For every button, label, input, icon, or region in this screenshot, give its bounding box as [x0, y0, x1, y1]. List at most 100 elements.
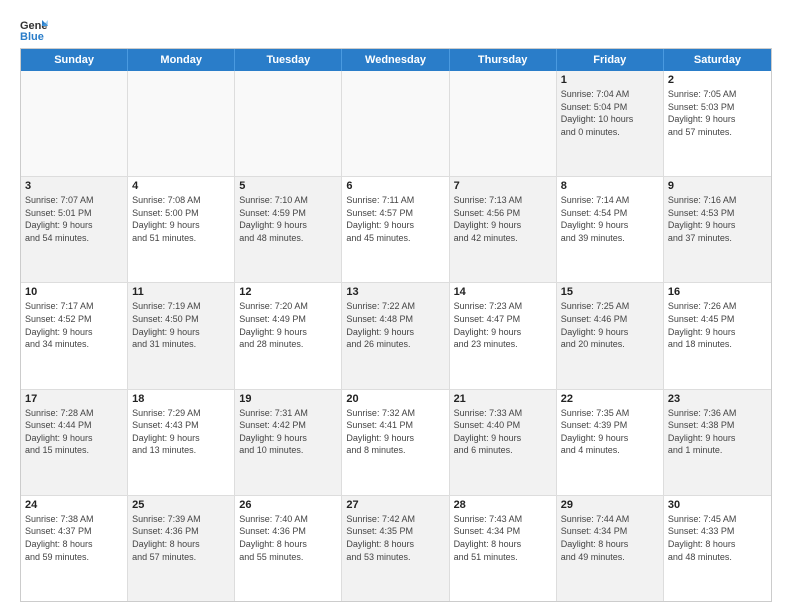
header-cell-monday: Monday: [128, 49, 235, 71]
day-number: 18: [132, 393, 230, 405]
day-number: 11: [132, 286, 230, 298]
calendar-header-row: SundayMondayTuesdayWednesdayThursdayFrid…: [21, 49, 771, 71]
calendar-cell: 4 Sunrise: 7:08 AM Sunset: 5:00 PM Daylig…: [128, 177, 235, 282]
day-number: 5: [239, 180, 337, 192]
day-detail: Sunrise: 7:08 AM Sunset: 5:00 PM Dayligh…: [132, 194, 230, 244]
calendar-cell: [235, 71, 342, 176]
day-detail: Sunrise: 7:28 AM Sunset: 4:44 PM Dayligh…: [25, 407, 123, 457]
calendar-cell: 21 Sunrise: 7:33 AM Sunset: 4:40 PM Dayli…: [450, 390, 557, 495]
day-detail: Sunrise: 7:14 AM Sunset: 4:54 PM Dayligh…: [561, 194, 659, 244]
day-detail: Sunrise: 7:36 AM Sunset: 4:38 PM Dayligh…: [668, 407, 767, 457]
day-number: 25: [132, 499, 230, 511]
calendar-cell: 8 Sunrise: 7:14 AM Sunset: 4:54 PM Daylig…: [557, 177, 664, 282]
day-detail: Sunrise: 7:22 AM Sunset: 4:48 PM Dayligh…: [346, 300, 444, 350]
day-detail: Sunrise: 7:45 AM Sunset: 4:33 PM Dayligh…: [668, 513, 767, 563]
header-cell-wednesday: Wednesday: [342, 49, 449, 71]
day-detail: Sunrise: 7:40 AM Sunset: 4:36 PM Dayligh…: [239, 513, 337, 563]
day-number: 24: [25, 499, 123, 511]
day-number: 8: [561, 180, 659, 192]
day-number: 15: [561, 286, 659, 298]
calendar-cell: 7 Sunrise: 7:13 AM Sunset: 4:56 PM Daylig…: [450, 177, 557, 282]
day-detail: Sunrise: 7:07 AM Sunset: 5:01 PM Dayligh…: [25, 194, 123, 244]
calendar-cell: 2Sunrise: 7:05 AM Sunset: 5:03 PM Daylig…: [664, 71, 771, 176]
calendar-cell: 9 Sunrise: 7:16 AM Sunset: 4:53 PM Daylig…: [664, 177, 771, 282]
calendar-cell: 17 Sunrise: 7:28 AM Sunset: 4:44 PM Dayli…: [21, 390, 128, 495]
day-number: 9: [668, 180, 767, 192]
day-detail: Sunrise: 7:04 AM Sunset: 5:04 PM Dayligh…: [561, 88, 659, 138]
calendar-cell: 12 Sunrise: 7:20 AM Sunset: 4:49 PM Dayli…: [235, 283, 342, 388]
day-number: 22: [561, 393, 659, 405]
logo: General Blue: [20, 16, 48, 44]
day-detail: Sunrise: 7:33 AM Sunset: 4:40 PM Dayligh…: [454, 407, 552, 457]
day-number: 21: [454, 393, 552, 405]
day-detail: Sunrise: 7:11 AM Sunset: 4:57 PM Dayligh…: [346, 194, 444, 244]
day-number: 17: [25, 393, 123, 405]
day-number: 19: [239, 393, 337, 405]
calendar-cell: 13 Sunrise: 7:22 AM Sunset: 4:48 PM Dayli…: [342, 283, 449, 388]
calendar-cell: 14 Sunrise: 7:23 AM Sunset: 4:47 PM Dayli…: [450, 283, 557, 388]
day-detail: Sunrise: 7:13 AM Sunset: 4:56 PM Dayligh…: [454, 194, 552, 244]
day-number: 30: [668, 499, 767, 511]
day-detail: Sunrise: 7:23 AM Sunset: 4:47 PM Dayligh…: [454, 300, 552, 350]
day-detail: Sunrise: 7:19 AM Sunset: 4:50 PM Dayligh…: [132, 300, 230, 350]
calendar-cell: 22 Sunrise: 7:35 AM Sunset: 4:39 PM Dayli…: [557, 390, 664, 495]
calendar-cell: 19Sunrise: 7:31 AM Sunset: 4:42 PM Dayli…: [235, 390, 342, 495]
calendar-cell: 11 Sunrise: 7:19 AM Sunset: 4:50 PM Dayli…: [128, 283, 235, 388]
day-number: 20: [346, 393, 444, 405]
calendar-cell: 25 Sunrise: 7:39 AM Sunset: 4:36 PM Dayli…: [128, 496, 235, 601]
calendar-cell: 6 Sunrise: 7:11 AM Sunset: 4:57 PM Daylig…: [342, 177, 449, 282]
calendar-cell: 24 Sunrise: 7:38 AM Sunset: 4:37 PM Dayli…: [21, 496, 128, 601]
calendar-week-4: 24 Sunrise: 7:38 AM Sunset: 4:37 PM Dayli…: [21, 496, 771, 601]
calendar-week-3: 17 Sunrise: 7:28 AM Sunset: 4:44 PM Dayli…: [21, 390, 771, 496]
day-detail: Sunrise: 7:39 AM Sunset: 4:36 PM Dayligh…: [132, 513, 230, 563]
calendar-cell: 18 Sunrise: 7:29 AM Sunset: 4:43 PM Dayli…: [128, 390, 235, 495]
calendar-week-0: 1Sunrise: 7:04 AM Sunset: 5:04 PM Daylig…: [21, 71, 771, 177]
header-cell-sunday: Sunday: [21, 49, 128, 71]
calendar-cell: [21, 71, 128, 176]
calendar-cell: 10Sunrise: 7:17 AM Sunset: 4:52 PM Dayli…: [21, 283, 128, 388]
calendar-cell: 28Sunrise: 7:43 AM Sunset: 4:34 PM Dayli…: [450, 496, 557, 601]
day-number: 4: [132, 180, 230, 192]
day-number: 28: [454, 499, 552, 511]
calendar-week-2: 10Sunrise: 7:17 AM Sunset: 4:52 PM Dayli…: [21, 283, 771, 389]
calendar-cell: 3 Sunrise: 7:07 AM Sunset: 5:01 PM Daylig…: [21, 177, 128, 282]
calendar-cell: 23Sunrise: 7:36 AM Sunset: 4:38 PM Dayli…: [664, 390, 771, 495]
day-number: 29: [561, 499, 659, 511]
day-number: 13: [346, 286, 444, 298]
calendar-week-1: 3 Sunrise: 7:07 AM Sunset: 5:01 PM Daylig…: [21, 177, 771, 283]
day-number: 12: [239, 286, 337, 298]
calendar-cell: 29 Sunrise: 7:44 AM Sunset: 4:34 PM Dayli…: [557, 496, 664, 601]
header-cell-tuesday: Tuesday: [235, 49, 342, 71]
day-detail: Sunrise: 7:10 AM Sunset: 4:59 PM Dayligh…: [239, 194, 337, 244]
day-detail: Sunrise: 7:35 AM Sunset: 4:39 PM Dayligh…: [561, 407, 659, 457]
day-number: 7: [454, 180, 552, 192]
header-cell-saturday: Saturday: [664, 49, 771, 71]
header-cell-thursday: Thursday: [450, 49, 557, 71]
day-detail: Sunrise: 7:42 AM Sunset: 4:35 PM Dayligh…: [346, 513, 444, 563]
day-number: 27: [346, 499, 444, 511]
day-detail: Sunrise: 7:29 AM Sunset: 4:43 PM Dayligh…: [132, 407, 230, 457]
day-number: 14: [454, 286, 552, 298]
calendar-cell: 1Sunrise: 7:04 AM Sunset: 5:04 PM Daylig…: [557, 71, 664, 176]
header-cell-friday: Friday: [557, 49, 664, 71]
page: General Blue SundayMondayTuesdayWednesda…: [0, 0, 792, 612]
day-detail: Sunrise: 7:20 AM Sunset: 4:49 PM Dayligh…: [239, 300, 337, 350]
day-number: 3: [25, 180, 123, 192]
day-detail: Sunrise: 7:44 AM Sunset: 4:34 PM Dayligh…: [561, 513, 659, 563]
day-number: 2: [668, 74, 767, 86]
day-detail: Sunrise: 7:25 AM Sunset: 4:46 PM Dayligh…: [561, 300, 659, 350]
day-detail: Sunrise: 7:17 AM Sunset: 4:52 PM Dayligh…: [25, 300, 123, 350]
calendar-cell: 26Sunrise: 7:40 AM Sunset: 4:36 PM Dayli…: [235, 496, 342, 601]
calendar-body: 1Sunrise: 7:04 AM Sunset: 5:04 PM Daylig…: [21, 71, 771, 601]
day-number: 16: [668, 286, 767, 298]
day-number: 6: [346, 180, 444, 192]
calendar: SundayMondayTuesdayWednesdayThursdayFrid…: [20, 48, 772, 602]
day-detail: Sunrise: 7:38 AM Sunset: 4:37 PM Dayligh…: [25, 513, 123, 563]
day-detail: Sunrise: 7:16 AM Sunset: 4:53 PM Dayligh…: [668, 194, 767, 244]
logo-icon: General Blue: [20, 16, 48, 44]
day-detail: Sunrise: 7:32 AM Sunset: 4:41 PM Dayligh…: [346, 407, 444, 457]
calendar-cell: 20 Sunrise: 7:32 AM Sunset: 4:41 PM Dayli…: [342, 390, 449, 495]
calendar-cell: 16 Sunrise: 7:26 AM Sunset: 4:45 PM Dayli…: [664, 283, 771, 388]
calendar-cell: 5 Sunrise: 7:10 AM Sunset: 4:59 PM Daylig…: [235, 177, 342, 282]
day-detail: Sunrise: 7:26 AM Sunset: 4:45 PM Dayligh…: [668, 300, 767, 350]
